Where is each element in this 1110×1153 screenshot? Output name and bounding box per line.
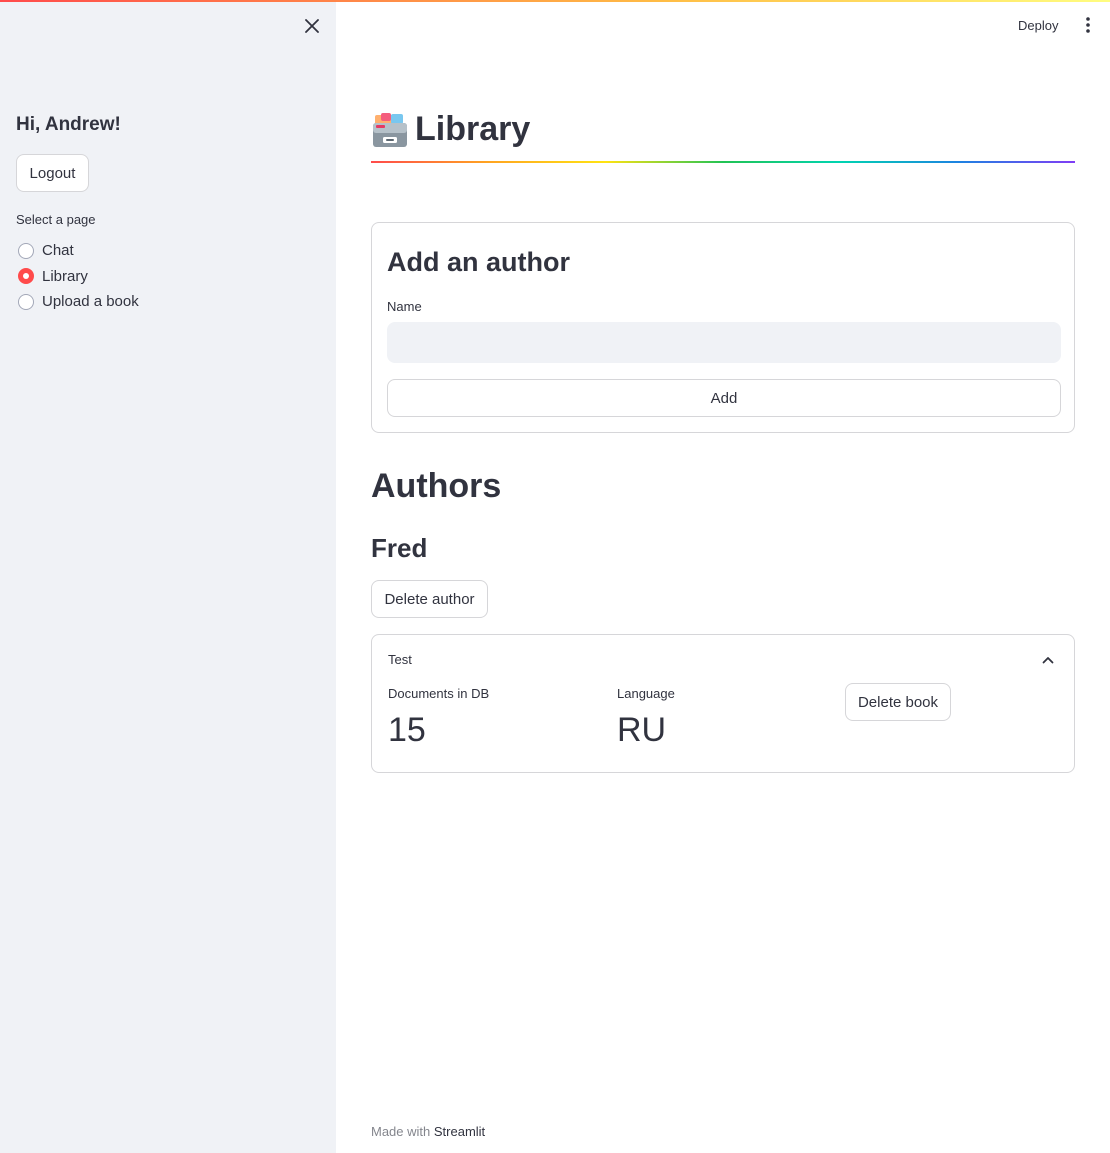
footer-brand-link[interactable]: Streamlit [434,1124,485,1139]
expander-title[interactable]: Test [388,652,412,667]
footer-made-with: Made with [371,1124,431,1139]
add-author-button[interactable]: Add [387,379,1061,417]
author-name: Fred [371,533,428,563]
name-field-label: Name [387,299,422,314]
radio-option-upload-a-book[interactable]: Upload a book [16,289,139,315]
sidebar: Hi, Andrew! Logout Select a page Chat Li… [0,0,336,1153]
add-author-form: Add an author Name Add [371,222,1075,433]
page-title: Library [415,110,531,148]
chevron-up-icon [1042,657,1054,664]
radio-label: Library [42,267,88,285]
app: Hi, Andrew! Logout Select a page Chat Li… [0,0,1110,1153]
radio-label: Chat [42,242,74,260]
metric-label-documents: Documents in DB [388,686,490,701]
deploy-button[interactable]: Deploy [1008,14,1068,36]
greeting-text: Hi, Andrew! [16,114,121,135]
page-select-label: Select a page [16,212,96,227]
rainbow-divider [371,161,1075,163]
authors-heading: Authors [371,467,502,505]
radio-option-chat[interactable]: Chat [16,238,139,264]
metric-value-documents: 15 [388,711,426,749]
top-decoration-bar [0,0,1110,2]
main-menu-button[interactable] [1078,14,1098,36]
radio-label: Upload a book [42,293,139,311]
close-icon [305,19,319,33]
card-file-box-icon [373,112,407,147]
delete-book-button[interactable]: Delete book [845,683,951,721]
radio-button[interactable] [18,242,34,259]
footer: Made with Streamlit [371,1124,485,1139]
more-vertical-icon [1086,17,1090,33]
form-heading: Add an author [387,247,570,277]
author-name-input[interactable] [387,322,1061,363]
close-sidebar-button[interactable] [300,14,324,38]
book-expander: Test Documents in DB 15 Language RU Dele… [371,634,1075,773]
page-title-row: Library [371,110,530,149]
logout-button[interactable]: Logout [16,154,89,192]
radio-button[interactable] [18,293,34,310]
metric-label-language: Language [617,686,675,701]
metric-value-language: RU [617,711,667,749]
radio-option-library[interactable]: Library [16,264,139,290]
collapse-toggle[interactable] [1040,652,1056,668]
delete-author-button[interactable]: Delete author [371,580,488,618]
radio-button-selected[interactable] [18,268,34,285]
page-radio-group: Chat Library Upload a book [16,238,139,315]
